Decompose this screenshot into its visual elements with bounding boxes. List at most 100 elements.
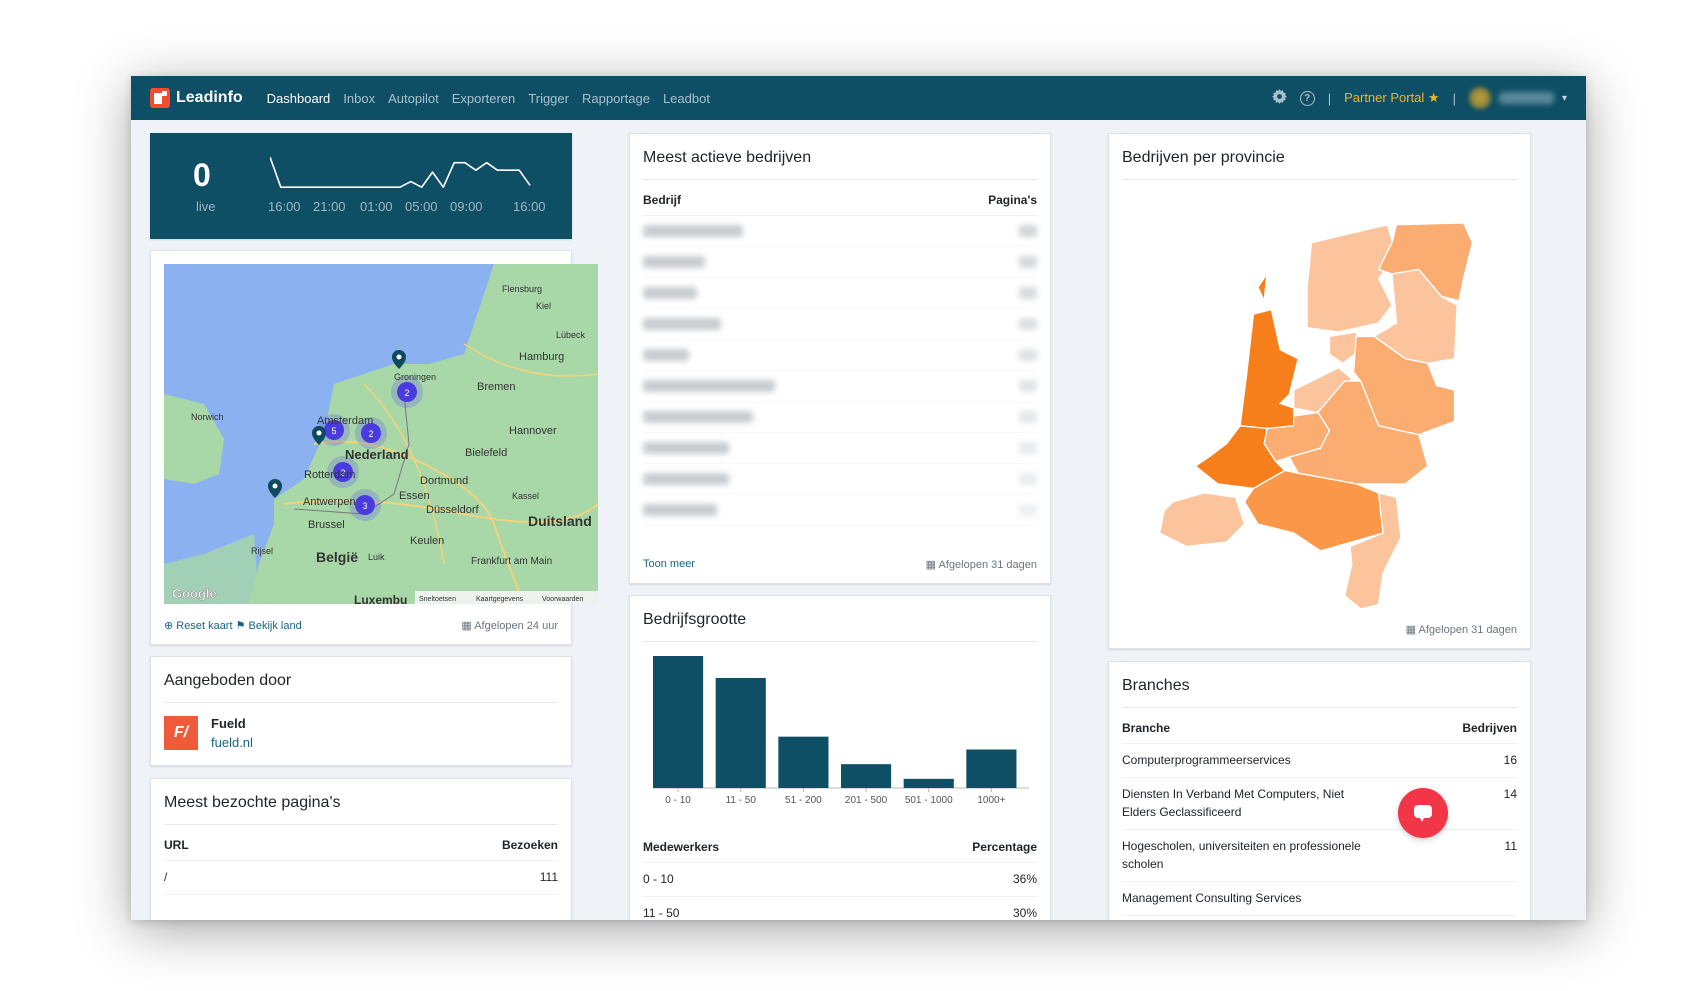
x-tick-label: 1000+ bbox=[977, 795, 1005, 806]
partner-portal-link[interactable]: Partner Portal ★ bbox=[1344, 90, 1439, 106]
gear-icon[interactable] bbox=[1271, 88, 1287, 108]
user-menu[interactable]: ▾ bbox=[1468, 87, 1567, 109]
nav-item-inbox[interactable]: Inbox bbox=[343, 91, 375, 106]
company-name-redacted bbox=[643, 256, 705, 268]
time-label: 05:00 bbox=[405, 199, 438, 214]
live-sparkline bbox=[270, 156, 531, 189]
star-icon: ★ bbox=[1427, 90, 1440, 105]
table-row[interactable] bbox=[643, 309, 1037, 340]
map-attribution-data[interactable]: Kaartgegevens bbox=[476, 596, 524, 603]
map-label: Bielefeld bbox=[465, 447, 507, 459]
map-label: Rotterdam bbox=[304, 469, 355, 481]
table-row[interactable]: Hogescholen, universiteiten en professio… bbox=[1122, 830, 1517, 882]
chat-launcher-button[interactable] bbox=[1398, 788, 1448, 838]
table-row[interactable] bbox=[643, 371, 1037, 402]
bar-51-200[interactable] bbox=[778, 736, 829, 788]
table-row[interactable] bbox=[643, 340, 1037, 371]
divider bbox=[1122, 707, 1517, 708]
bar-1000+[interactable] bbox=[966, 749, 1017, 789]
branch-name: Diensten In Verband Met Computers, Niet … bbox=[1122, 787, 1345, 819]
map-label: Luxembu bbox=[354, 593, 407, 604]
branch-count: 14 bbox=[1503, 787, 1517, 802]
view-country-label: Bekijk land bbox=[248, 620, 302, 632]
table-row[interactable] bbox=[643, 464, 1037, 495]
table-row[interactable] bbox=[643, 402, 1037, 433]
map-label: Luik bbox=[368, 552, 385, 562]
company-name-redacted bbox=[643, 349, 689, 361]
live-label: live bbox=[196, 199, 216, 214]
table-row: 0 - 10 36% bbox=[643, 863, 1037, 898]
province-zeeland[interactable] bbox=[1158, 492, 1246, 548]
size-range: 11 - 50 bbox=[643, 906, 680, 920]
province-friesland[interactable] bbox=[1306, 223, 1398, 333]
table-row[interactable]: Economisch, sociologisch onderzoek en 9 bbox=[1122, 916, 1517, 920]
table-row[interactable] bbox=[643, 278, 1037, 309]
map-label: Amsterdam bbox=[317, 415, 373, 427]
branch-name: Computerprogrammeerservices bbox=[1122, 753, 1291, 767]
visited-pages-title: Meest bezochte pagina's bbox=[164, 794, 341, 811]
map-attribution-shortcuts[interactable]: Sneltoetsen bbox=[419, 596, 456, 603]
partner-url-link[interactable]: fueld.nl bbox=[211, 735, 253, 750]
table-row[interactable] bbox=[643, 495, 1037, 526]
map-label: Lübeck bbox=[556, 330, 586, 340]
table-row[interactable]: Computerprogrammeerservices 16 bbox=[1122, 744, 1517, 779]
table-row[interactable]: Diensten In Verband Met Computers, Niet … bbox=[1122, 778, 1517, 831]
table-row[interactable] bbox=[643, 433, 1037, 464]
active-companies-footer: Toon meer ▦ Afgelopen 31 dagen bbox=[643, 558, 1037, 571]
nav-item-rapportage[interactable]: Rapportage bbox=[582, 91, 650, 106]
table-row[interactable] bbox=[643, 247, 1037, 278]
bar-0-10[interactable] bbox=[653, 656, 704, 788]
company-size-table: Medewerkers Percentage 0 - 10 36% 11 - 5… bbox=[643, 830, 1037, 920]
chevron-down-icon: ▾ bbox=[1561, 92, 1567, 104]
company-size-title: Bedrijfsgrootte bbox=[643, 611, 747, 628]
company-pages-redacted bbox=[1019, 287, 1037, 299]
active-companies-period: ▦ Afgelopen 31 dagen bbox=[926, 558, 1037, 571]
nav-item-trigger[interactable]: Trigger bbox=[528, 91, 569, 106]
company-name-redacted bbox=[643, 442, 729, 454]
map-label: Norwich bbox=[191, 412, 224, 422]
visitor-map[interactable]: 2 5 2 3 3 Flensburg Kiel Lübeck Hamburg … bbox=[164, 264, 598, 604]
branch-count: 16 bbox=[1503, 753, 1517, 767]
map-label: Kiel bbox=[536, 301, 551, 311]
fueld-logo: F/ bbox=[164, 716, 198, 750]
map-attribution-terms[interactable]: Voorwaarden bbox=[542, 596, 583, 603]
province-noord-holland[interactable] bbox=[1239, 273, 1299, 430]
nav-item-exporteren[interactable]: Exporteren bbox=[452, 91, 516, 106]
branch-name: Hogescholen, universiteiten en professio… bbox=[1122, 839, 1361, 871]
provinces-title: Bedrijven per provincie bbox=[1122, 149, 1285, 166]
map-label: Hamburg bbox=[519, 351, 564, 363]
flag-icon: ⚑ bbox=[235, 620, 246, 632]
table-row[interactable] bbox=[643, 216, 1037, 247]
map-label: Bremen bbox=[477, 381, 516, 393]
brand[interactable]: Leadinfo bbox=[150, 88, 243, 108]
calendar-icon: ▦ bbox=[461, 620, 472, 632]
active-companies-title: Meest actieve bedrijven bbox=[643, 149, 812, 166]
x-tick-label: 51 - 200 bbox=[785, 795, 822, 806]
nav-item-dashboard[interactable]: Dashboard bbox=[267, 91, 331, 106]
map-label: Rijsel bbox=[251, 546, 273, 556]
period-label: Afgelopen 31 dagen bbox=[1418, 624, 1517, 636]
visited-pages-card: Meest bezochte pagina's URL Bezoeken / 1… bbox=[150, 778, 572, 920]
nav-item-autopilot[interactable]: Autopilot bbox=[388, 91, 439, 106]
table-header: URL Bezoeken bbox=[164, 828, 558, 861]
bar-501-1000[interactable] bbox=[903, 778, 954, 788]
nav-item-leadbot[interactable]: Leadbot bbox=[663, 91, 710, 106]
bar-11-50[interactable] bbox=[715, 678, 766, 788]
question-circle-icon[interactable]: ? bbox=[1299, 90, 1315, 106]
map-footer: ⊕ Reset kaart ⚑ Bekijk land ▦ Afgelopen … bbox=[164, 619, 558, 632]
view-country-button[interactable]: ⚑ Bekijk land bbox=[236, 620, 302, 632]
map-label: Kassel bbox=[512, 491, 539, 501]
map-label: Düsseldorf bbox=[426, 504, 480, 516]
bar-201-500[interactable] bbox=[841, 764, 892, 788]
show-more-link[interactable]: Toon meer bbox=[643, 558, 695, 571]
map-label: Essen bbox=[399, 490, 430, 502]
period-label: Afgelopen 31 dagen bbox=[938, 559, 1037, 571]
table-row[interactable]: / 111 bbox=[164, 861, 558, 896]
netherlands-province-map bbox=[1158, 222, 1474, 609]
table-row[interactable]: Management Consulting Services bbox=[1122, 882, 1517, 917]
company-pages-redacted bbox=[1019, 473, 1037, 485]
reset-map-button[interactable]: ⊕ Reset kaart bbox=[164, 620, 236, 632]
company-name-redacted bbox=[643, 318, 721, 330]
divider bbox=[643, 179, 1037, 180]
visited-pages-table: URL Bezoeken / 111 bbox=[164, 828, 558, 896]
